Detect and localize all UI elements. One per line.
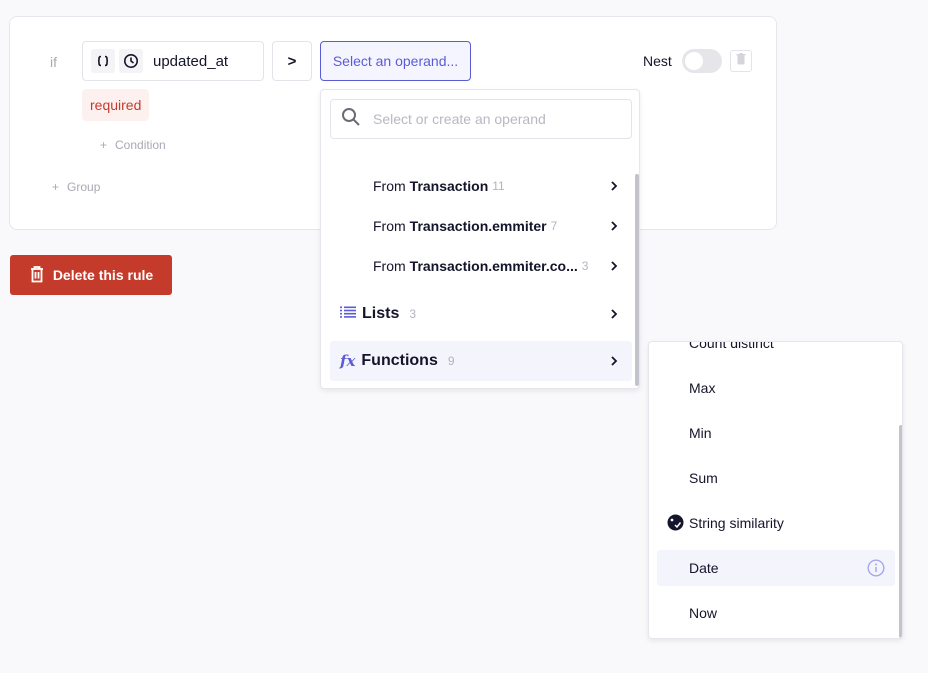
field-source-item[interactable]: From Transaction.emmiter 7 xyxy=(373,206,623,246)
field-source-item[interactable]: From Transaction.emmiter.co... 3 xyxy=(373,246,623,286)
operand-search-input[interactable]: Select or create an operand xyxy=(330,99,632,139)
function-item[interactable]: Date xyxy=(657,550,895,586)
field-source-count: 11 xyxy=(492,179,505,193)
field-source-item[interactable]: From Transaction 11 xyxy=(373,166,623,206)
operator-select[interactable]: > xyxy=(272,41,312,81)
function-item[interactable]: Now xyxy=(657,595,895,631)
field-source-prefix: From xyxy=(373,178,406,194)
chevron-right-icon xyxy=(609,166,619,206)
chevron-right-icon xyxy=(609,206,619,246)
clock-icon xyxy=(119,49,143,73)
field-source-prefix: From xyxy=(373,258,406,274)
field-source-name: Transaction xyxy=(409,178,489,194)
chevron-right-icon xyxy=(609,246,619,286)
function-label: Date xyxy=(689,560,719,576)
function-label: Min xyxy=(689,425,712,441)
functions-group-label: Functions xyxy=(361,352,438,369)
delete-condition-button[interactable] xyxy=(730,50,752,72)
function-label: String similarity xyxy=(689,515,784,531)
add-group-button[interactable]: + Group xyxy=(52,180,100,194)
braces-icon xyxy=(91,49,115,73)
field-source-prefix: From xyxy=(373,218,406,234)
delete-rule-label: Delete this rule xyxy=(52,267,154,283)
dropdown-scrollbar[interactable] xyxy=(635,174,639,386)
chevron-right-icon xyxy=(609,294,619,334)
info-icon[interactable] xyxy=(867,559,885,577)
field-name: updated_at xyxy=(153,52,229,70)
operand-select[interactable]: Select an operand... xyxy=(320,41,471,81)
function-item[interactable]: String similarity xyxy=(657,505,895,541)
list-icon xyxy=(340,305,356,323)
field-source-name: Transaction.emmiter.co... xyxy=(409,258,578,274)
operand-dropdown: Fields 21 From Transaction 11 From Trans… xyxy=(320,89,640,389)
nest-label: Nest xyxy=(643,53,672,69)
delete-rule-button[interactable]: Delete this rule xyxy=(10,255,172,295)
field-source-count: 3 xyxy=(581,259,589,273)
lists-group[interactable]: Lists 3 xyxy=(330,294,632,334)
lists-group-count: 3 xyxy=(409,307,417,321)
functions-group-count: 9 xyxy=(447,354,455,368)
search-placeholder: Select or create an operand xyxy=(373,111,546,127)
functions-submenu: Count distinct Max Min Sum String simila… xyxy=(648,341,903,639)
field-source-count: 7 xyxy=(550,219,558,233)
function-item[interactable]: Count distinct xyxy=(657,341,895,361)
function-item[interactable]: Max xyxy=(657,370,895,406)
trash-icon xyxy=(736,52,746,70)
function-icon: fx xyxy=(340,352,356,370)
function-item[interactable]: Min xyxy=(657,415,895,451)
submenu-scrollbar[interactable] xyxy=(899,425,902,638)
nest-toggle[interactable] xyxy=(682,49,722,73)
add-condition-button[interactable]: + Condition xyxy=(100,138,166,152)
trash-icon xyxy=(29,265,45,286)
function-label: Sum xyxy=(689,470,718,486)
operand-list: Fields 21 From Transaction 11 From Trans… xyxy=(321,130,639,388)
required-badge: required xyxy=(82,89,150,121)
search-icon xyxy=(341,107,361,132)
chevron-right-icon xyxy=(609,341,619,381)
field-select[interactable]: updated_at xyxy=(82,41,264,81)
lists-group-label: Lists xyxy=(362,305,400,322)
field-source-name: Transaction.emmiter xyxy=(409,218,547,234)
functions-group[interactable]: fx Functions 9 xyxy=(330,341,632,381)
plus-icon: + xyxy=(100,138,108,152)
add-condition-label: Condition xyxy=(115,138,166,152)
if-label: if xyxy=(50,54,57,70)
plus-icon: + xyxy=(52,180,60,194)
function-item[interactable]: Sum xyxy=(657,460,895,496)
string-similarity-icon xyxy=(667,514,684,531)
function-label: Max xyxy=(689,380,716,396)
function-label: Now xyxy=(689,605,718,621)
function-label: Count distinct xyxy=(689,341,774,351)
add-group-label: Group xyxy=(67,180,101,194)
